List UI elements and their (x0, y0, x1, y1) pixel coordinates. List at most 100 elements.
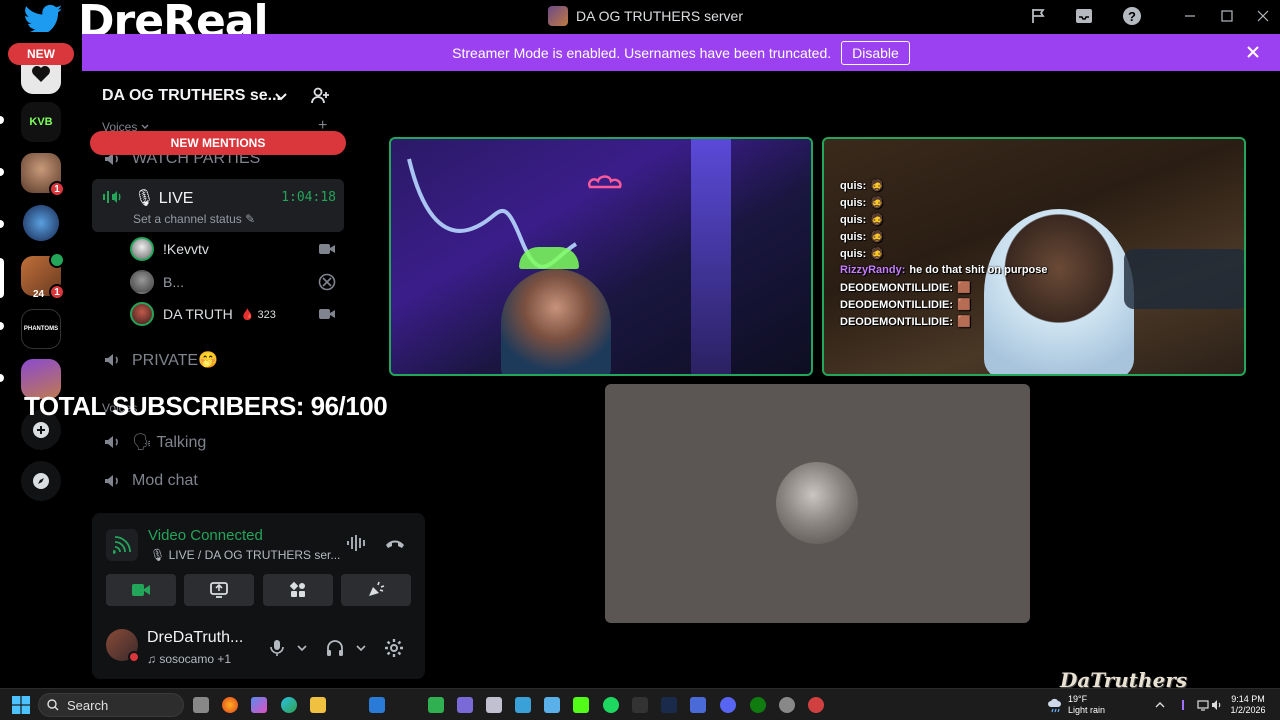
rain-cloud-icon (1048, 698, 1061, 713)
video-icon (319, 244, 335, 254)
weather-description: Light rain (1068, 705, 1106, 715)
door-frame (691, 139, 731, 374)
headphones-icon[interactable] (325, 638, 345, 658)
minimize-icon[interactable] (1180, 6, 1200, 26)
server-icon-phantoms[interactable]: PHANTOMS (21, 309, 61, 349)
channel-private[interactable]: PRIVATE🤭 (92, 349, 344, 371)
settings-taskbar-icon[interactable] (779, 697, 795, 713)
chat-line: DEODEMONTILLIDIE: 🟫 (840, 281, 971, 294)
server-icon-kvb[interactable]: KVB (21, 102, 61, 142)
kick-icon[interactable] (573, 697, 589, 713)
window-title-group: DA OG TRUTHERS server (548, 6, 743, 26)
epic-games-icon[interactable] (632, 697, 648, 713)
invite-people-icon[interactable] (310, 86, 330, 106)
unread-pill (0, 374, 4, 382)
video-tile-2[interactable]: quis: 🧔 quis: 🧔 quis: 🧔 quis: 🧔 quis: 🧔 RizzyRandy… (822, 137, 1246, 376)
app-icon-photos[interactable] (544, 697, 560, 713)
app-icon-blue[interactable] (515, 697, 531, 713)
screen-share-button[interactable] (184, 574, 254, 606)
speaker-icon (105, 475, 118, 487)
app-icon-grey[interactable] (486, 697, 502, 713)
clock-time[interactable]: 9:14 PM (1228, 694, 1268, 704)
edge-icon[interactable] (281, 697, 297, 713)
chat-line: quis: 🧔 (840, 179, 884, 192)
channel-status-prompt[interactable]: Set a channel status ✎ (133, 212, 255, 226)
microphone-icon[interactable] (267, 638, 287, 658)
app-icon-red[interactable] (808, 697, 824, 713)
voice-member[interactable]: DA TRUTH 🩸 323 (130, 300, 340, 328)
steam-icon[interactable] (661, 697, 677, 713)
member-avatar (130, 237, 154, 261)
discover-button[interactable] (21, 461, 61, 501)
channel-name: PRIVATE🤭 (132, 352, 219, 369)
deafen-options-chevron-icon[interactable] (351, 638, 371, 658)
server-image: KVB (21, 102, 61, 142)
chat-username: RizzyRandy: (840, 264, 906, 276)
user-name[interactable]: DreDaTruth... (147, 629, 243, 647)
app-icon-green[interactable] (428, 697, 444, 713)
server-icon-3[interactable]: 1 (21, 153, 65, 197)
user-activity-status: ♫ sosocamo +1 (147, 652, 232, 666)
channel-mod-chat[interactable]: Mod chat (92, 470, 344, 492)
channel-live[interactable]: 🎙 LIVE 1:04:18 Set a channel status ✎ (92, 179, 344, 232)
close-icon[interactable] (1244, 43, 1262, 61)
copilot-icon[interactable] (251, 697, 267, 713)
voice-member[interactable]: !Kevvtv (130, 235, 340, 263)
camera-button[interactable] (106, 574, 176, 606)
connection-signal-icon[interactable] (106, 529, 138, 561)
chat-message: 🧔 (870, 248, 884, 260)
window-title: DA OG TRUTHERS server (576, 8, 743, 24)
windows-start-icon[interactable] (12, 696, 30, 714)
network-icon[interactable] (1197, 699, 1209, 711)
activities-button[interactable] (263, 574, 333, 606)
chevron-up-icon[interactable] (1154, 699, 1166, 711)
volume-icon[interactable] (1211, 699, 1223, 711)
noise-suppression-icon[interactable] (346, 533, 368, 553)
new-mentions-button[interactable]: NEW MENTIONS (90, 131, 346, 155)
disconnect-icon[interactable] (384, 535, 406, 551)
spotify-icon[interactable] (603, 697, 619, 713)
taskbar-search[interactable]: Search (38, 693, 184, 717)
voice-status-subtitle[interactable]: 🎙 LIVE / DA OG TRUTHERS ser... (150, 548, 340, 562)
help-icon[interactable]: ? (1122, 6, 1142, 26)
member-name: B... (163, 274, 185, 290)
voice-status-title[interactable]: Video Connected (148, 527, 263, 544)
server-icon-5[interactable]: 24 1 (21, 252, 65, 300)
maximize-icon[interactable] (1217, 6, 1237, 26)
chat-line: DEODEMONTILLIDIE: 🟫 (840, 298, 971, 311)
mention-badge: 1 (49, 181, 65, 197)
disable-streamer-mode-button[interactable]: Disable (841, 40, 910, 65)
outlook-icon[interactable] (369, 697, 385, 713)
gear-icon[interactable] (384, 638, 404, 658)
server-header[interactable]: DA OG TRUTHERS se... (82, 71, 354, 121)
streamer-mode-banner: Streamer Mode is enabled. Usernames have… (82, 34, 1280, 71)
app-icon-purple[interactable] (457, 697, 473, 713)
video-camera-icon (132, 584, 150, 596)
firefox-icon[interactable] (222, 697, 238, 713)
xbox-taskbar-icon[interactable] (750, 697, 766, 713)
flag-icon[interactable] (1029, 6, 1049, 26)
inbox-icon[interactable] (1074, 6, 1094, 26)
channel-name: 🗣 Talking (132, 434, 207, 451)
chat-message: 🟫 (957, 316, 971, 328)
clock-date[interactable]: 1/2/2026 (1226, 705, 1270, 715)
file-explorer-icon[interactable] (310, 697, 326, 713)
pen-tray-icon[interactable] (1177, 699, 1189, 711)
new-badge[interactable]: NEW (8, 43, 74, 65)
close-window-icon[interactable] (1253, 6, 1273, 26)
member-count: 24 (33, 289, 45, 300)
video-tile-3[interactable] (605, 384, 1030, 623)
server-icon-4[interactable] (21, 205, 61, 245)
weather-widget[interactable]: 19°F Light rain (1048, 694, 1138, 716)
mic-options-chevron-icon[interactable] (292, 638, 312, 658)
discord-icon[interactable] (720, 697, 736, 713)
app-icon-monitor[interactable] (690, 697, 706, 713)
voice-member[interactable]: B... (130, 268, 340, 296)
soundboard-button[interactable] (341, 574, 411, 606)
video-tile-1[interactable] (389, 137, 813, 376)
chat-username: DEODEMONTILLIDIE: (840, 316, 954, 328)
chat-message: 🧔 (870, 197, 884, 209)
task-view-icon[interactable] (193, 697, 209, 713)
activities-icon (289, 581, 305, 597)
channel-talking[interactable]: 🗣 Talking (92, 431, 344, 453)
